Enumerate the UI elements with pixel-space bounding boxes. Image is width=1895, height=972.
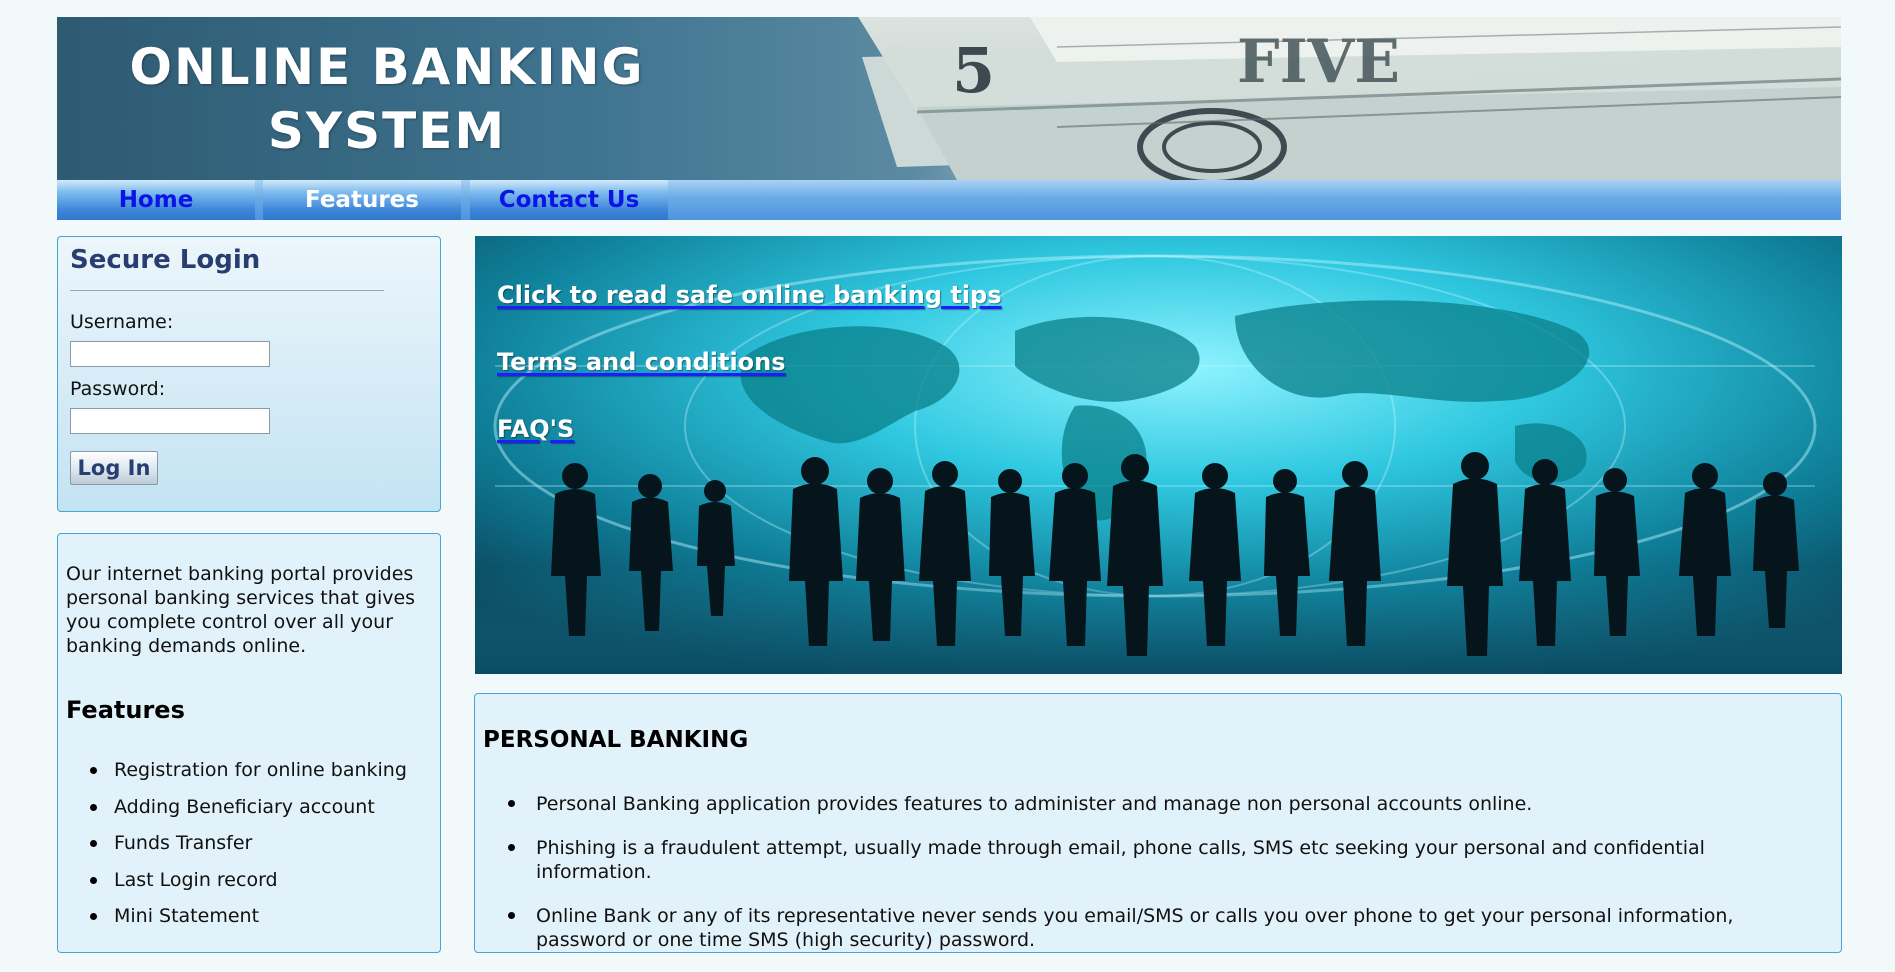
nav-home[interactable]: Home <box>57 180 255 220</box>
safe-banking-tips-link[interactable]: Click to read safe online banking tips <box>497 281 1002 309</box>
login-button[interactable]: Log In <box>70 451 158 485</box>
list-item: Phishing is a fraudulent attempt, usuall… <box>508 836 1826 884</box>
feature-item: Mini Statement <box>90 898 407 935</box>
terms-link[interactable]: Terms and conditions <box>497 348 786 376</box>
feature-item: Last Login record <box>90 862 407 899</box>
site-title-line-1: ONLINE BANKING <box>129 38 645 96</box>
list-item: Personal Banking application provides fe… <box>508 792 1826 816</box>
site-title: ONLINE BANKING SYSTEM <box>127 35 647 163</box>
main-nav: Home Features Contact Us <box>57 180 1841 220</box>
header-banner: 5 FIVE ONLINE BANKING SYSTEM <box>57 17 1841 180</box>
personal-banking-list: Personal Banking application provides fe… <box>508 792 1826 972</box>
features-heading: Features <box>66 696 185 724</box>
nav-contact-us[interactable]: Contact Us <box>470 180 668 220</box>
hero-banner: Click to read safe online banking tips T… <box>475 236 1842 674</box>
personal-banking-panel: PERSONAL BANKING Personal Banking applic… <box>474 693 1842 953</box>
password-label: Password: <box>70 378 166 400</box>
site-title-line-2: SYSTEM <box>267 102 507 160</box>
faq-link[interactable]: FAQ'S <box>497 415 574 443</box>
feature-item: Funds Transfer <box>90 825 407 862</box>
feature-item: Adding Beneficiary account <box>90 789 407 826</box>
svg-text:5: 5 <box>952 34 995 107</box>
login-panel: Secure Login Username: Password: Log In <box>57 236 441 512</box>
feature-item: Registration for online banking <box>90 752 407 789</box>
personal-banking-title: PERSONAL BANKING <box>483 727 749 753</box>
username-input[interactable] <box>70 341 270 367</box>
password-input[interactable] <box>70 408 270 434</box>
list-item: Online Bank or any of its representative… <box>508 904 1826 952</box>
login-title: Secure Login <box>70 245 261 275</box>
info-panel: Our internet banking portal provides per… <box>57 533 441 953</box>
username-label: Username: <box>70 311 174 333</box>
features-list: Registration for online banking Adding B… <box>90 752 407 935</box>
portal-intro: Our internet banking portal provides per… <box>66 563 416 657</box>
nav-features[interactable]: Features <box>263 180 461 220</box>
login-divider <box>70 290 384 291</box>
svg-text:FIVE: FIVE <box>1237 27 1400 97</box>
